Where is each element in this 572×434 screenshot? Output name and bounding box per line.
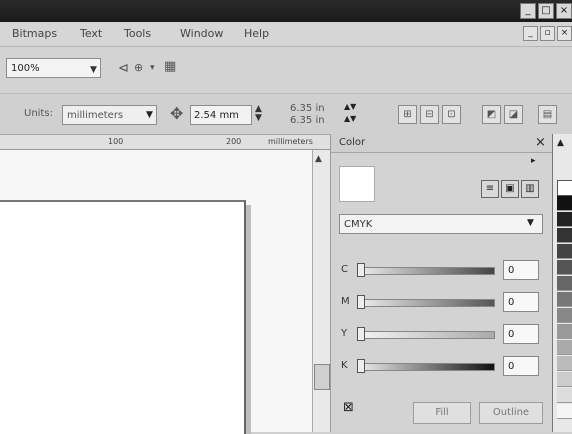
color-sliders-icon[interactable]: ≡: [481, 180, 499, 198]
window-maximize-button[interactable]: □: [538, 3, 554, 19]
snap-to-objects-button[interactable]: ⊡: [442, 105, 461, 124]
palette-swatch[interactable]: [557, 388, 572, 403]
palette-swatch[interactable]: [557, 228, 572, 243]
black-slider-handle[interactable]: [357, 359, 365, 373]
units-dropdown[interactable]: millimeters: [62, 105, 157, 125]
property-bar: Units: millimeters ▼ ✥ 2.54 mm ▲ ▼ 6.35 i…: [0, 94, 572, 135]
magenta-label: M: [341, 296, 350, 307]
docker-menu-icon[interactable]: ▸: [531, 156, 536, 166]
black-value-field[interactable]: 0: [503, 356, 539, 376]
color-palette-strip: ▲: [552, 134, 572, 432]
menu-help[interactable]: Help: [244, 27, 269, 40]
options-icon[interactable]: ▦: [164, 59, 176, 74]
zoom-level-dropdown[interactable]: 100%: [6, 58, 101, 78]
chevron-down-icon[interactable]: ▼: [527, 218, 534, 228]
menu-bar: Bitmaps Text Tools Window Help _ ▫ ×: [0, 22, 572, 47]
palette-scroll-icon[interactable]: ▲: [557, 138, 564, 148]
palette-swatch[interactable]: [557, 308, 572, 323]
black-label: K: [341, 360, 348, 371]
black-slider[interactable]: [357, 363, 495, 371]
docker-header: Color ×: [331, 134, 553, 153]
options-button[interactable]: ▤: [538, 105, 557, 124]
ruler-unit-label: millimeters: [268, 137, 313, 146]
application-launcher-icon[interactable]: ⊕: [134, 61, 143, 74]
palette-swatch[interactable]: [557, 276, 572, 291]
cyan-slider-handle[interactable]: [357, 263, 365, 277]
window-close-button[interactable]: ×: [556, 3, 572, 19]
nudge-distance-field[interactable]: 2.54 mm: [190, 105, 252, 125]
magenta-slider[interactable]: [357, 299, 495, 307]
magenta-slider-handle[interactable]: [357, 295, 365, 309]
duplicate-x-spinner[interactable]: ▲▼: [344, 102, 356, 111]
palette-swatch[interactable]: [557, 196, 572, 211]
cyan-label: C: [341, 264, 348, 275]
fill-button[interactable]: Fill: [413, 402, 471, 424]
draw-behind-button[interactable]: ◪: [504, 105, 523, 124]
palette-swatch[interactable]: [557, 292, 572, 307]
units-label: Units:: [24, 108, 53, 119]
title-bar: _ □ ×: [0, 0, 572, 22]
horizontal-ruler: 100 200 millimeters: [0, 135, 330, 150]
chevron-down-icon[interactable]: ▼: [146, 110, 153, 120]
color-palette-icon[interactable]: ▥: [521, 180, 539, 198]
doc-close-button[interactable]: ×: [557, 26, 572, 41]
window-minimize-button[interactable]: _: [520, 3, 536, 19]
ruler-tick-label: 200: [226, 137, 242, 146]
launcher-dropdown-icon[interactable]: ▾: [150, 63, 155, 73]
menu-bitmaps[interactable]: Bitmaps: [12, 27, 57, 40]
palette-swatch[interactable]: [557, 404, 572, 419]
magenta-value-field[interactable]: 0: [503, 292, 539, 312]
color-docker: Color × ▸ ≡ ▣ ▥ CMYK ▼ C 0 M 0 Y 0 K 0 ⊠…: [330, 134, 553, 432]
menu-text[interactable]: Text: [80, 27, 102, 40]
snap-to-grid-button[interactable]: ⊞: [398, 105, 417, 124]
treat-as-filled-button[interactable]: ◩: [482, 105, 501, 124]
chevron-down-icon[interactable]: ▼: [90, 65, 97, 75]
yellow-value-field[interactable]: 0: [503, 324, 539, 344]
duplicate-y-spinner[interactable]: ▲▼: [344, 114, 356, 123]
no-color-swatch[interactable]: [557, 180, 572, 196]
color-preview-swatch: [339, 166, 375, 202]
lock-icon[interactable]: ⊠: [343, 400, 354, 415]
cyan-slider[interactable]: [357, 267, 495, 275]
palette-swatch[interactable]: [557, 356, 572, 371]
nudge-icon: ✥: [170, 104, 184, 123]
menu-tools[interactable]: Tools: [124, 27, 151, 40]
duplicate-x-field[interactable]: 6.35 in: [290, 103, 325, 114]
nudge-spinner[interactable]: ▲ ▼: [255, 105, 262, 123]
yellow-slider-handle[interactable]: [357, 327, 365, 341]
palette-swatch[interactable]: [557, 212, 572, 227]
palette-swatch[interactable]: [557, 244, 572, 259]
ruler-tick-label: 100: [108, 137, 124, 146]
yellow-label: Y: [341, 328, 348, 339]
docker-title: Color: [339, 137, 366, 148]
standard-toolbar: 100% ▼ ⊲ ⊕ ▾ ▦: [0, 47, 572, 94]
scroll-thumb[interactable]: [314, 364, 330, 390]
duplicate-y-field[interactable]: 6.35 in: [290, 115, 325, 126]
scroll-up-icon[interactable]: ▲: [315, 154, 322, 164]
palette-swatch[interactable]: [557, 324, 572, 339]
palette-swatch[interactable]: [557, 372, 572, 387]
vertical-scrollbar[interactable]: ▲: [312, 150, 331, 432]
window-controls: _ □ ×: [520, 3, 572, 19]
doc-restore-button[interactable]: ▫: [540, 26, 555, 41]
palette-swatch[interactable]: [557, 340, 572, 355]
color-model-dropdown[interactable]: CMYK: [339, 214, 543, 234]
snap-to-guidelines-button[interactable]: ⊟: [420, 105, 439, 124]
close-icon[interactable]: ×: [535, 135, 546, 150]
document-page[interactable]: [0, 200, 246, 434]
cyan-value-field[interactable]: 0: [503, 260, 539, 280]
palette-swatch[interactable]: [557, 260, 572, 275]
doc-minimize-button[interactable]: _: [523, 26, 538, 41]
outline-button[interactable]: Outline: [479, 402, 543, 424]
yellow-slider[interactable]: [357, 331, 495, 339]
color-viewer-icon[interactable]: ▣: [501, 180, 519, 198]
menu-window[interactable]: Window: [180, 27, 223, 40]
document-window-controls: _ ▫ ×: [523, 26, 572, 41]
snap-icon[interactable]: ⊲: [118, 61, 129, 76]
drawing-canvas[interactable]: [0, 150, 312, 434]
